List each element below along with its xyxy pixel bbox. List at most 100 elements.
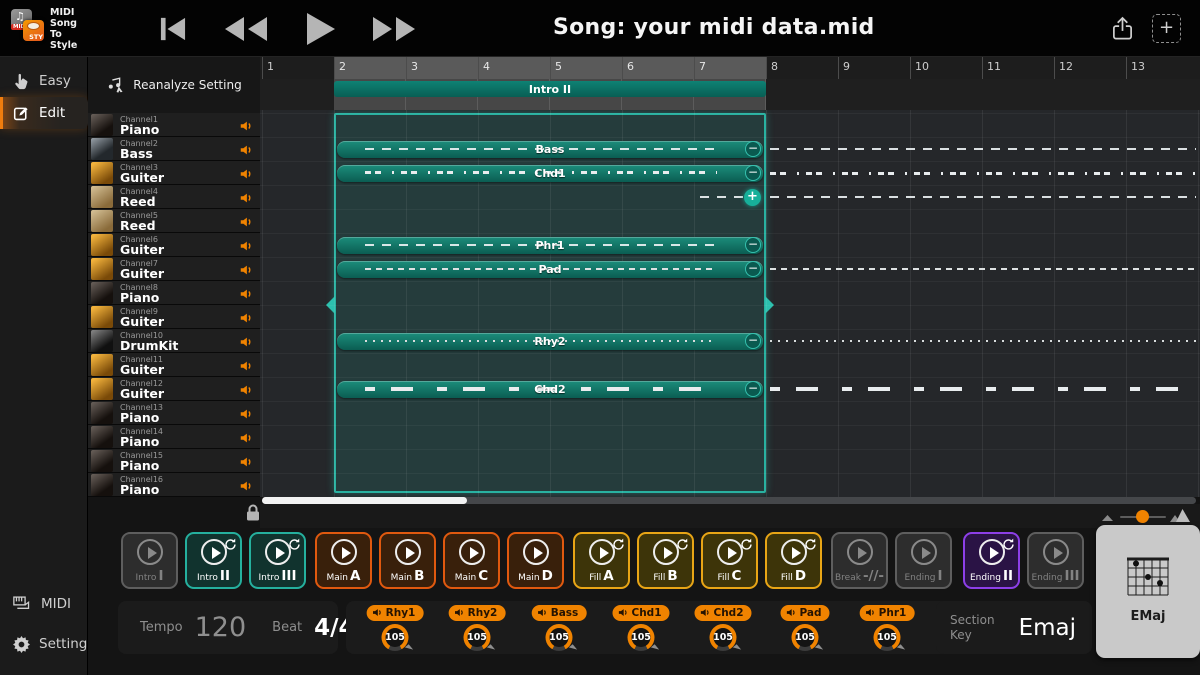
speaker-icon[interactable] bbox=[239, 214, 253, 233]
section-key-value[interactable]: Emaj bbox=[1019, 615, 1076, 641]
play-button[interactable] bbox=[294, 0, 346, 57]
measure-cell[interactable]: 3 bbox=[406, 57, 478, 79]
track-bar-rhy2[interactable]: Rhy2− bbox=[337, 333, 763, 350]
volume-knob[interactable]: 105 bbox=[628, 624, 655, 651]
remove-track-icon[interactable]: − bbox=[745, 333, 761, 349]
channel-row[interactable]: Channel11Guiter bbox=[88, 353, 260, 377]
remove-track-icon[interactable]: − bbox=[745, 237, 761, 253]
measure-cell[interactable]: 10 bbox=[910, 57, 982, 79]
chord-card[interactable]: EMaj bbox=[1096, 525, 1200, 658]
volume-knob[interactable]: 105 bbox=[792, 624, 819, 651]
part-chd1[interactable]: Chd1 105 bbox=[605, 604, 677, 652]
section-clip[interactable]: Intro II bbox=[334, 81, 766, 97]
channel-row[interactable]: Channel14Piano bbox=[88, 425, 260, 449]
lock-icon[interactable] bbox=[246, 504, 260, 526]
sidebar-item-midi[interactable]: MIDI bbox=[0, 588, 88, 620]
measure-cell[interactable]: 13 bbox=[1126, 57, 1198, 79]
channel-row[interactable]: Channel5Reed bbox=[88, 209, 260, 233]
tempo-value[interactable]: 120 bbox=[195, 612, 247, 643]
skip-to-start-button[interactable] bbox=[150, 0, 196, 57]
speaker-icon[interactable] bbox=[239, 454, 253, 473]
section-button-intro-iii[interactable]: IntroIII bbox=[249, 532, 306, 589]
channel-row[interactable]: Channel1Piano bbox=[88, 113, 260, 137]
channel-row[interactable]: Channel15Piano bbox=[88, 449, 260, 473]
part-phr1[interactable]: Phr1105 bbox=[851, 604, 923, 652]
part-mute-pill[interactable]: Chd2 bbox=[694, 605, 751, 621]
regenerate-icon[interactable] bbox=[1002, 536, 1016, 550]
zoom-slider-handle[interactable] bbox=[1136, 510, 1149, 523]
channel-row[interactable]: Channel6Guiter bbox=[88, 233, 260, 257]
speaker-icon[interactable] bbox=[239, 358, 253, 377]
share-button[interactable] bbox=[1100, 0, 1144, 57]
regenerate-icon[interactable] bbox=[612, 536, 626, 550]
channel-row[interactable]: Channel8Piano bbox=[88, 281, 260, 305]
section-button-intro-i[interactable]: IntroI bbox=[121, 532, 178, 589]
speaker-icon[interactable] bbox=[239, 310, 253, 329]
channel-row[interactable]: Channel4Reed bbox=[88, 185, 260, 209]
add-new-button[interactable]: + bbox=[1152, 14, 1181, 43]
part-chd2[interactable]: Chd2 105 bbox=[687, 604, 759, 652]
remove-track-icon[interactable]: − bbox=[745, 381, 761, 397]
speaker-icon[interactable] bbox=[239, 382, 253, 401]
section-button-main-c[interactable]: MainC bbox=[443, 532, 500, 589]
speaker-icon[interactable] bbox=[239, 142, 253, 161]
volume-knob[interactable]: 105 bbox=[710, 624, 737, 651]
part-pad[interactable]: Pad105 bbox=[769, 604, 841, 652]
track-bar-bass[interactable]: Bass− bbox=[337, 141, 763, 158]
channel-row[interactable]: Channel10DrumKit bbox=[88, 329, 260, 353]
channel-row[interactable]: Channel9Guiter bbox=[88, 305, 260, 329]
sidebar-item-setting[interactable]: Setting bbox=[0, 628, 88, 660]
part-rhy2[interactable]: Rhy2 105 bbox=[441, 604, 513, 652]
speaker-icon[interactable] bbox=[239, 166, 253, 185]
regenerate-icon[interactable] bbox=[676, 536, 690, 550]
section-button-ending-iii[interactable]: EndingIII bbox=[1027, 532, 1084, 589]
measure-cell[interactable]: 11 bbox=[982, 57, 1054, 79]
measure-cell[interactable]: 7 bbox=[694, 57, 766, 79]
track-bar-chd1[interactable]: Chd1− bbox=[337, 165, 763, 182]
section-button-main-a[interactable]: MainA bbox=[315, 532, 372, 589]
channel-row[interactable]: Channel13Piano bbox=[88, 401, 260, 425]
fast-forward-button[interactable] bbox=[368, 0, 420, 57]
add-track-icon[interactable]: + bbox=[744, 189, 761, 206]
speaker-icon[interactable] bbox=[239, 430, 253, 449]
remove-track-icon[interactable]: − bbox=[745, 165, 761, 181]
speaker-icon[interactable] bbox=[239, 478, 253, 497]
volume-knob[interactable]: 105 bbox=[382, 624, 409, 651]
speaker-icon[interactable] bbox=[239, 118, 253, 137]
speaker-icon[interactable] bbox=[239, 262, 253, 281]
track-bar-chd2[interactable]: Chd2− bbox=[337, 381, 763, 398]
measure-cell[interactable]: 12 bbox=[1054, 57, 1126, 79]
volume-knob[interactable]: 105 bbox=[464, 624, 491, 651]
section-button-fill-b[interactable]: FillB bbox=[637, 532, 694, 589]
measure-cell[interactable]: 4 bbox=[478, 57, 550, 79]
speaker-icon[interactable] bbox=[239, 406, 253, 425]
section-button-fill-a[interactable]: FillA bbox=[573, 532, 630, 589]
part-bass[interactable]: Bass105 bbox=[523, 604, 595, 652]
section-button-main-d[interactable]: MainD bbox=[507, 532, 564, 589]
part-mute-pill[interactable]: Chd1 bbox=[612, 605, 669, 621]
speaker-icon[interactable] bbox=[239, 334, 253, 353]
regenerate-icon[interactable] bbox=[288, 536, 302, 550]
channel-row[interactable]: Channel16Piano bbox=[88, 473, 260, 497]
zoom-out-icon[interactable] bbox=[1102, 513, 1113, 521]
reanalyze-setting-button[interactable]: Reanalyze Setting bbox=[88, 57, 260, 113]
sidebar-item-edit[interactable]: Edit bbox=[0, 97, 88, 129]
regenerate-icon[interactable] bbox=[804, 536, 818, 550]
remove-track-icon[interactable]: − bbox=[745, 261, 761, 277]
part-mute-pill[interactable]: Rhy2 bbox=[449, 605, 506, 621]
channel-row[interactable]: Channel12Guiter bbox=[88, 377, 260, 401]
speaker-icon[interactable] bbox=[239, 286, 253, 305]
channel-row[interactable]: Channel2Bass bbox=[88, 137, 260, 161]
track-bar-phr1[interactable]: Phr1− bbox=[337, 237, 763, 254]
sidebar-item-easy[interactable]: Easy bbox=[0, 65, 88, 97]
measure-ruler[interactable]: 12345678910111213 bbox=[260, 57, 1200, 79]
part-mute-pill[interactable]: Rhy1 bbox=[367, 605, 424, 621]
zoom-in-icon[interactable] bbox=[1170, 508, 1190, 522]
speaker-icon[interactable] bbox=[239, 190, 253, 209]
part-rhy1[interactable]: Rhy1 105 bbox=[359, 604, 431, 652]
speaker-icon[interactable] bbox=[239, 238, 253, 257]
measure-cell[interactable]: 8 bbox=[766, 57, 838, 79]
section-button-ending-ii[interactable]: EndingII bbox=[963, 532, 1020, 589]
channel-row[interactable]: Channel3Guiter bbox=[88, 161, 260, 185]
volume-knob[interactable]: 105 bbox=[546, 624, 573, 651]
